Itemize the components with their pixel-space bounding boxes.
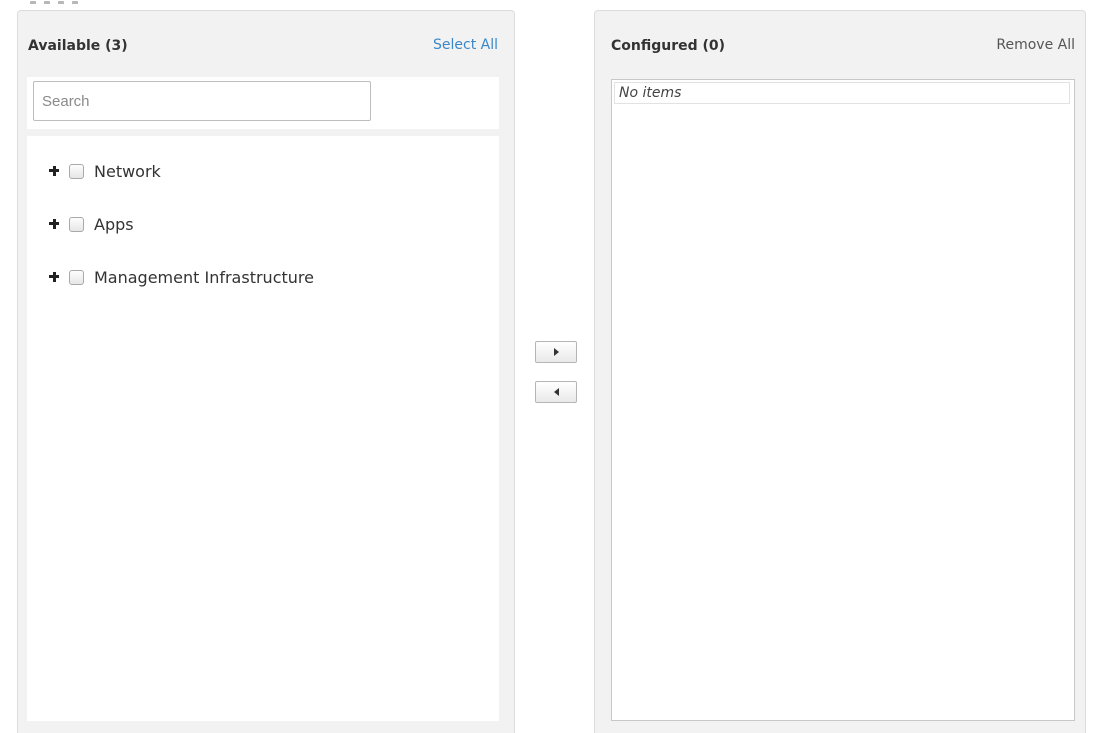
available-header: Available (3) Select All bbox=[18, 35, 514, 59]
checkbox-network[interactable] bbox=[69, 163, 84, 179]
remove-all-link[interactable]: Remove All bbox=[996, 37, 1075, 53]
available-tree: Network Apps Management Infrastructure bbox=[27, 136, 499, 721]
tree-item-label: Apps bbox=[94, 214, 134, 234]
tree-item-label: Network bbox=[94, 161, 161, 181]
checkbox-management-infrastructure[interactable] bbox=[69, 269, 84, 285]
triangle-right-icon bbox=[553, 348, 559, 356]
plus-icon[interactable] bbox=[47, 164, 61, 178]
search-container bbox=[27, 77, 499, 129]
plus-icon[interactable] bbox=[47, 270, 61, 284]
configured-title: Configured (0) bbox=[611, 38, 726, 54]
plus-icon[interactable] bbox=[47, 217, 61, 231]
empty-list-message: No items bbox=[614, 82, 1070, 104]
move-left-button[interactable] bbox=[535, 381, 577, 403]
tree-item-network: Network bbox=[47, 158, 161, 184]
configured-panel: Configured (0) Remove All No items bbox=[594, 10, 1086, 733]
search-input[interactable] bbox=[33, 81, 371, 121]
configured-list[interactable]: No items bbox=[611, 79, 1075, 721]
move-right-button[interactable] bbox=[535, 341, 577, 363]
tree-item-management-infrastructure: Management Infrastructure bbox=[47, 264, 314, 290]
checkbox-apps[interactable] bbox=[69, 216, 84, 232]
tree-item-apps: Apps bbox=[47, 211, 134, 237]
tree-item-label: Management Infrastructure bbox=[94, 267, 314, 287]
configured-header: Configured (0) Remove All bbox=[595, 35, 1085, 59]
available-title: Available (3) bbox=[28, 38, 128, 54]
triangle-left-icon bbox=[553, 388, 559, 396]
select-all-link[interactable]: Select All bbox=[433, 37, 498, 53]
dual-list-selector: Available (3) Select All Network Apps Ma… bbox=[0, 0, 1098, 733]
clipped-top-text bbox=[30, 0, 110, 4]
available-panel: Available (3) Select All Network Apps Ma… bbox=[17, 10, 515, 733]
